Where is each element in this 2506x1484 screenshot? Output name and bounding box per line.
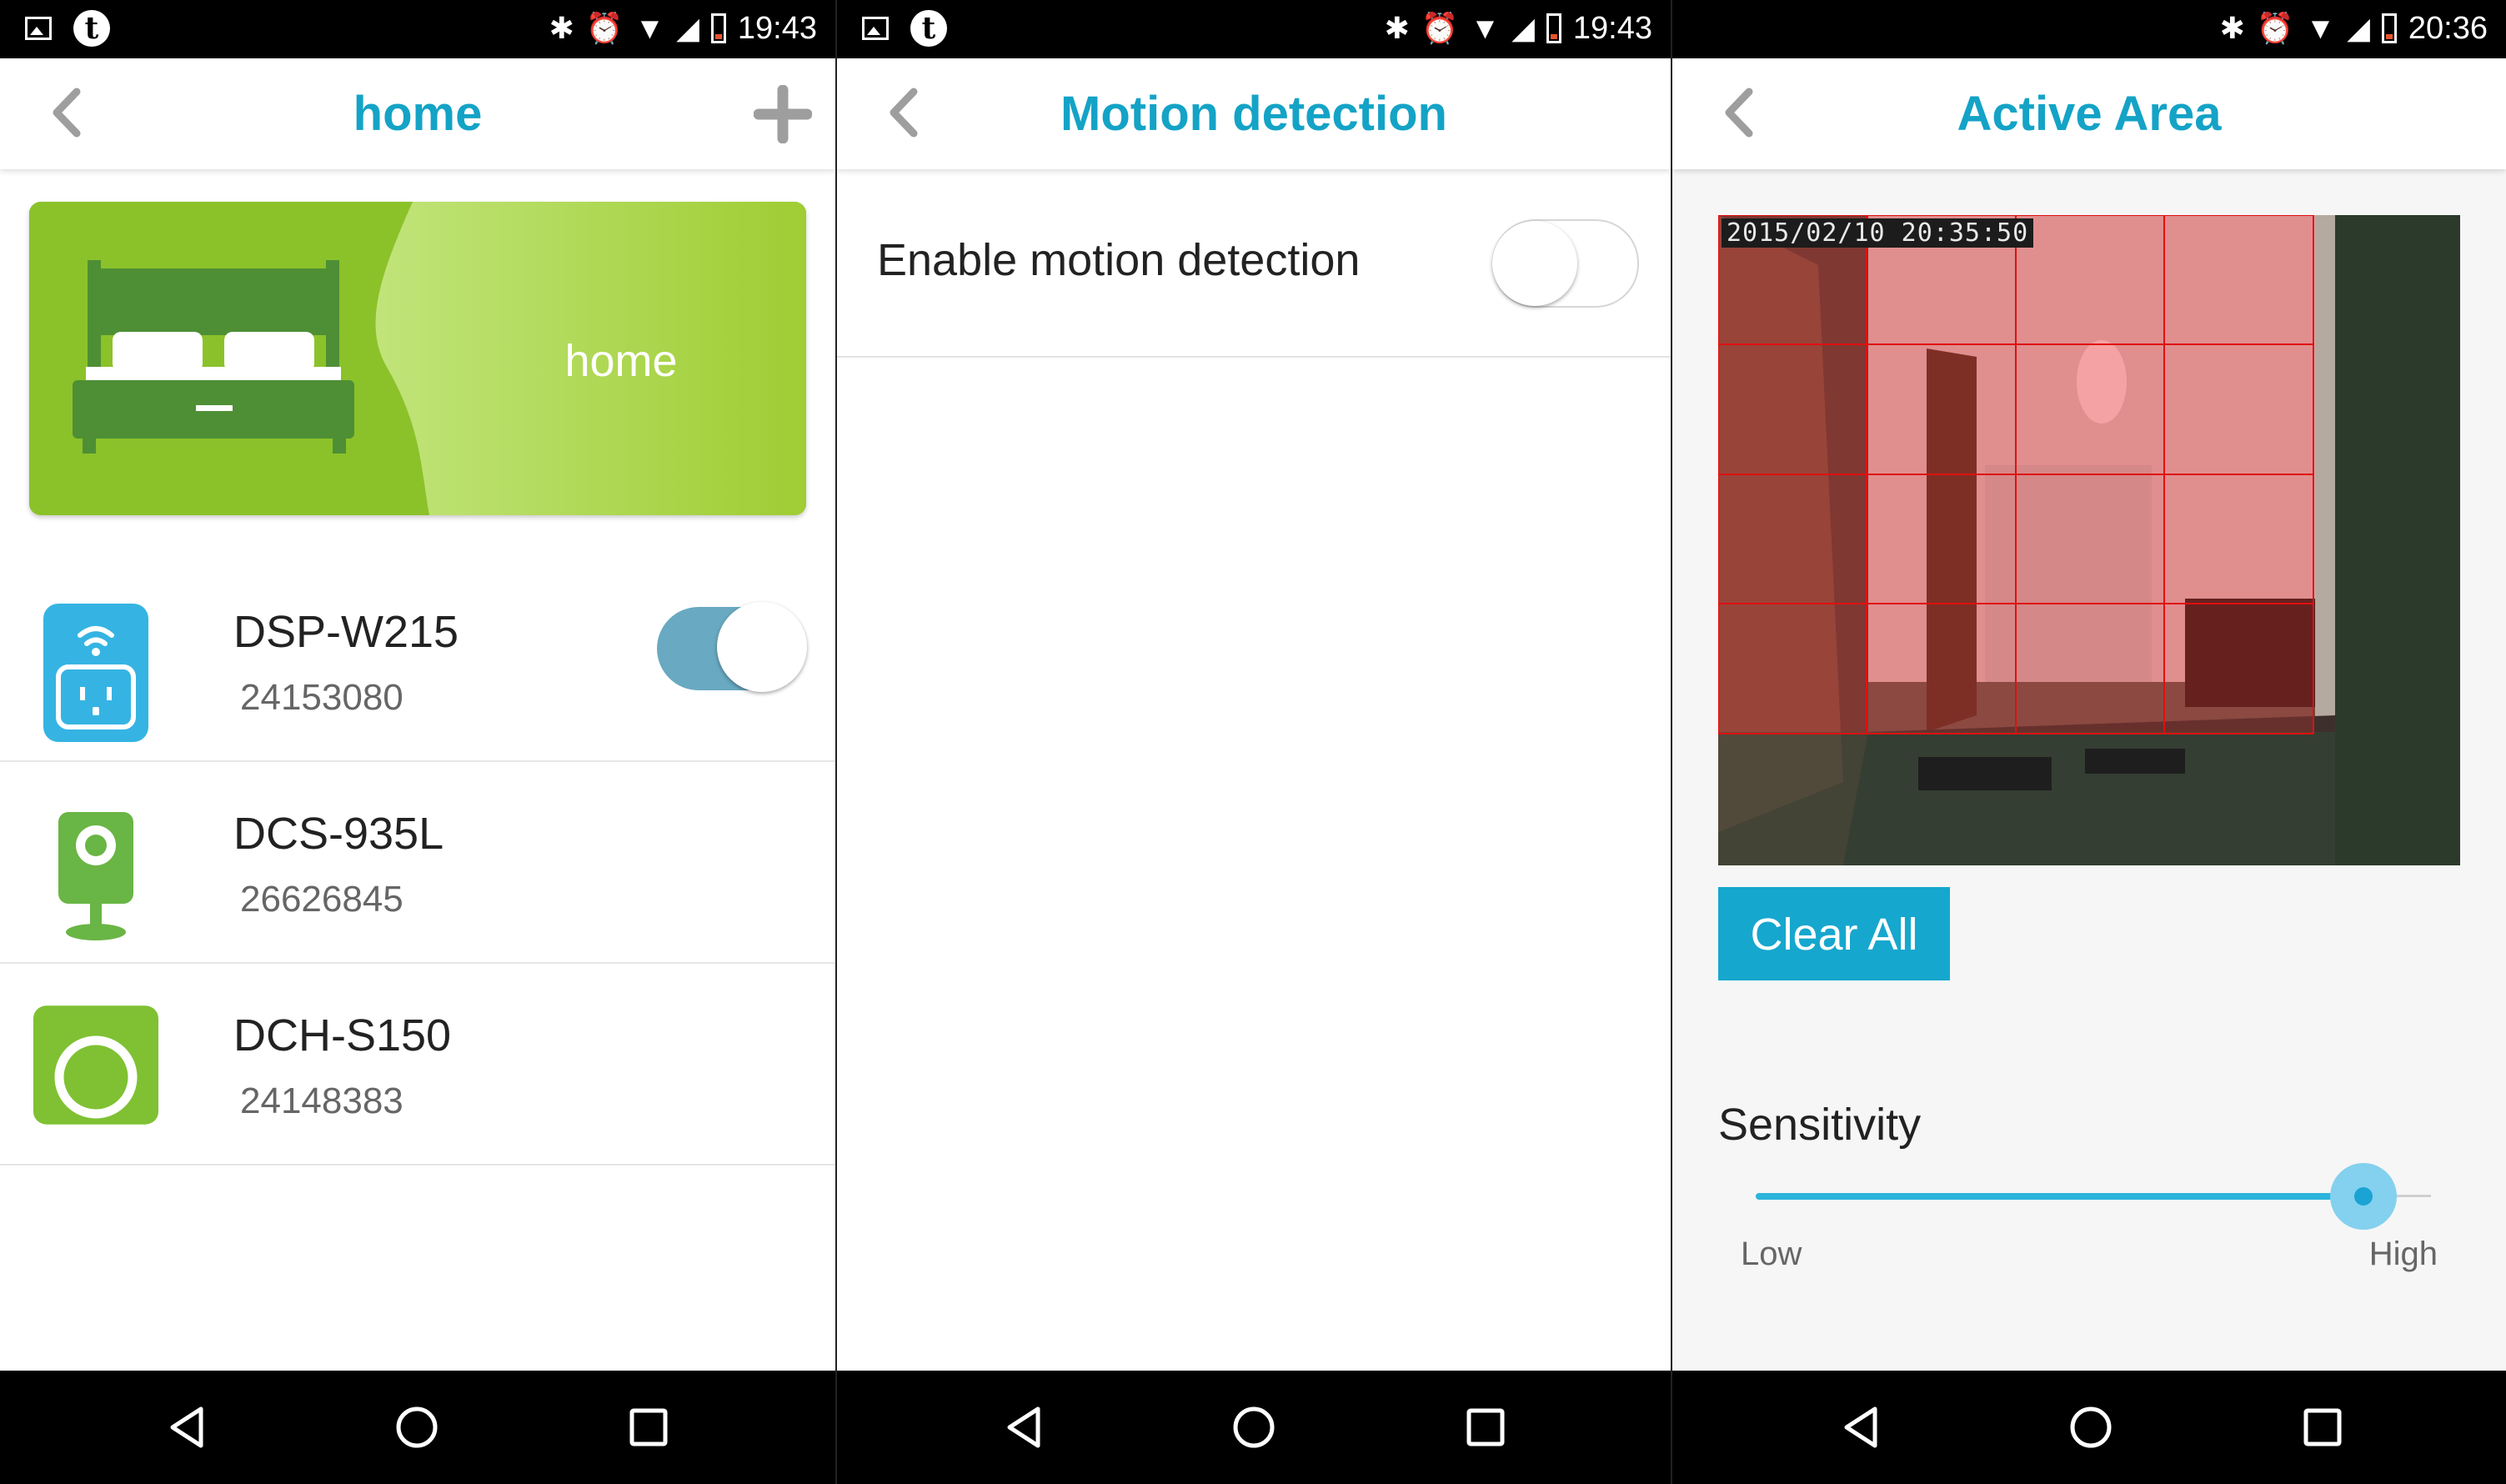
slider-thumb[interactable]: [2354, 1187, 2373, 1206]
device-id: 26626845: [240, 879, 403, 920]
wifi-icon: ▼: [1470, 11, 1501, 45]
alarm-icon: ⏰: [1421, 11, 1459, 45]
navigation-bar: [837, 1371, 1671, 1484]
status-time: 19:43: [737, 10, 817, 46]
top-app-bar: Active Area: [1672, 58, 2506, 169]
nav-home-icon[interactable]: [392, 1402, 442, 1452]
alarm-icon: ⏰: [2256, 11, 2294, 45]
page-title: Motion detection: [1060, 87, 1447, 141]
camera-icon: [33, 795, 158, 945]
nav-back-icon[interactable]: [1000, 1402, 1050, 1452]
navigation-bar: [1672, 1371, 2506, 1484]
battery-icon: [2381, 13, 2397, 43]
battery-icon: [710, 13, 726, 43]
status-time: 20:36: [2408, 10, 2488, 46]
signal-icon: ◢: [1511, 11, 1535, 45]
enable-motion-label: Enable motion detection: [877, 235, 1361, 285]
list-item-device[interactable]: DCH-S150 24148383: [0, 964, 835, 1166]
device-id: 24153080: [240, 677, 403, 718]
device-name: DCS-935L: [233, 809, 444, 859]
sensitivity-low-label: Low: [1741, 1236, 1802, 1272]
page-title: home: [353, 87, 483, 141]
motion-sensor-icon: [33, 997, 158, 1147]
slider-fill: [1756, 1193, 2363, 1200]
page-title: Active Area: [1957, 87, 2222, 141]
top-app-bar: home: [0, 58, 835, 169]
list-item-device[interactable]: DCS-935L 26626845: [0, 762, 835, 964]
wifi-icon: ▼: [634, 11, 665, 45]
nav-home-icon[interactable]: [1229, 1402, 1279, 1452]
nav-home-icon[interactable]: [2066, 1402, 2116, 1452]
active-area-screen: ✱ ⏰ ▼ ◢ 20:36 Active Area 2015/02/10 20:…: [1672, 0, 2506, 1484]
camera-timestamp: 2015/02/10 20:35:50: [1722, 218, 2034, 248]
status-bar: t ✱ ⏰ ▼ ◢ 19:43: [837, 0, 1671, 58]
top-app-bar: Motion detection: [837, 58, 1671, 169]
add-icon[interactable]: [753, 84, 813, 144]
enable-motion-setting: Enable motion detection: [837, 169, 1671, 358]
device-name: DSP-W215: [233, 607, 459, 657]
enable-motion-toggle[interactable]: [1492, 219, 1639, 308]
signal-icon: ◢: [676, 11, 699, 45]
sensitivity-label: Sensitivity: [1718, 1100, 1922, 1150]
list-item-device[interactable]: DSP-W215 24153080: [0, 560, 835, 762]
sensitivity-high-label: High: [2368, 1236, 2438, 1272]
image-notification-icon: [862, 17, 889, 40]
clear-all-button[interactable]: Clear All: [1718, 887, 1950, 980]
tumblr-notification-icon: t: [910, 10, 947, 47]
device-id: 24148383: [240, 1080, 403, 1121]
nav-recents-icon[interactable]: [624, 1402, 674, 1452]
device-name: DCH-S150: [233, 1010, 452, 1060]
navigation-bar: [0, 1371, 835, 1484]
toggle-knob: [1492, 221, 1577, 306]
toggle-knob: [717, 602, 807, 692]
bluetooth-icon: ✱: [2219, 11, 2245, 45]
bluetooth-icon: ✱: [1384, 11, 1410, 45]
status-time: 19:43: [1572, 10, 1652, 46]
status-bar: t ✱ ⏰ ▼ ◢ 19:43: [0, 0, 835, 58]
signal-icon: ◢: [2347, 11, 2370, 45]
nav-recents-icon[interactable]: [1461, 1402, 1511, 1452]
wifi-icon: ▼: [2305, 11, 2336, 45]
device-power-toggle[interactable]: [657, 602, 807, 694]
status-bar: ✱ ⏰ ▼ ◢ 20:36: [1672, 0, 2506, 58]
battery-icon: [1546, 13, 1561, 43]
room-card-label: home: [564, 336, 678, 386]
room-card[interactable]: home: [29, 202, 806, 515]
motion-detection-screen: t ✱ ⏰ ▼ ◢ 19:43 Motion detection Enable …: [837, 0, 1671, 1484]
alarm-icon: ⏰: [585, 11, 624, 45]
sensitivity-slider[interactable]: [1756, 1163, 2431, 1230]
nav-recents-icon[interactable]: [2298, 1402, 2348, 1452]
smart-plug-icon: [33, 594, 158, 744]
camera-preview[interactable]: 2015/02/10 20:35:50: [1718, 215, 2460, 865]
tumblr-notification-icon: t: [73, 10, 110, 47]
bluetooth-icon: ✱: [549, 11, 574, 45]
image-notification-icon: [25, 17, 52, 40]
nav-back-icon[interactable]: [163, 1402, 213, 1452]
home-screen: t ✱ ⏰ ▼ ◢ 19:43 home home DSP-W215 24153…: [0, 0, 835, 1484]
nav-back-icon[interactable]: [1837, 1402, 1887, 1452]
